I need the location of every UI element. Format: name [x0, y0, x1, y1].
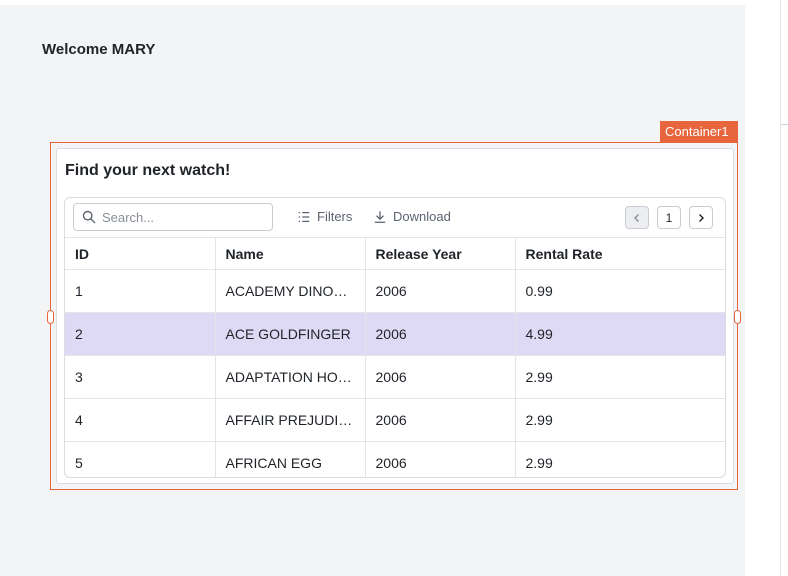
search-input[interactable] — [102, 209, 262, 225]
cell-rental-rate: 2.99 — [514, 398, 725, 442]
cell-rental-rate: 2.99 — [514, 441, 725, 477]
current-page-indicator[interactable]: 1 — [657, 206, 681, 229]
cell-release-year: 2006 — [364, 312, 515, 356]
cell-id: 2 — [65, 312, 215, 356]
cell-id: 5 — [65, 441, 215, 477]
cell-rental-rate: 4.99 — [514, 312, 725, 356]
selected-component-label[interactable]: Container1 — [660, 121, 738, 142]
search-icon — [82, 210, 96, 224]
cell-release-year: 2006 — [364, 355, 515, 399]
filters-button[interactable]: Filters — [297, 209, 352, 224]
cell-release-year: 2006 — [364, 269, 515, 313]
container-title: Find your next watch! — [65, 162, 231, 179]
resize-handle-right[interactable] — [734, 310, 741, 324]
column-header-name[interactable]: Name — [214, 237, 365, 270]
previous-page-button[interactable] — [625, 206, 649, 229]
chevron-right-icon — [699, 213, 704, 222]
table-toolbar: Filters Download 1 — [65, 198, 725, 237]
filters-label: Filters — [317, 209, 353, 224]
next-page-button[interactable] — [689, 206, 713, 229]
welcome-text: Welcome MARY — [42, 41, 156, 58]
films-table: ID Name Release Year Rental Rate 1 ACADE… — [65, 237, 725, 477]
cell-name: ADAPTATION HOLES — [214, 355, 365, 399]
download-icon — [374, 210, 386, 223]
table-row[interactable]: 5 AFRICAN EGG 2006 2.99 — [65, 441, 725, 477]
cell-release-year: 2006 — [364, 398, 515, 442]
table-row[interactable]: 3 ADAPTATION HOLES 2006 2.99 — [65, 355, 725, 399]
cell-name: ACE GOLDFINGER — [214, 312, 365, 356]
column-header-release-year[interactable]: Release Year — [364, 237, 515, 270]
download-button[interactable]: Download — [373, 209, 451, 224]
cell-id: 3 — [65, 355, 215, 399]
chevron-left-icon — [634, 213, 639, 222]
resize-handle-left[interactable] — [47, 310, 54, 324]
table-row-selected[interactable]: 2 ACE GOLDFINGER 2006 4.99 — [65, 312, 725, 356]
table-row[interactable]: 4 AFFAIR PREJUDICE 2006 2.99 — [65, 398, 725, 442]
column-header-rental-rate[interactable]: Rental Rate — [514, 237, 725, 270]
cell-name: AFFAIR PREJUDICE — [214, 398, 365, 442]
right-panel-divider — [780, 0, 781, 576]
cell-name: ACADEMY DINOSAUR — [214, 269, 365, 313]
cell-id: 4 — [65, 398, 215, 442]
cell-name: AFRICAN EGG — [214, 441, 365, 477]
cell-id: 1 — [65, 269, 215, 313]
filter-icon — [298, 211, 310, 222]
right-panel-tick — [781, 124, 788, 125]
cell-rental-rate: 2.99 — [514, 355, 725, 399]
cell-release-year: 2006 — [364, 441, 515, 477]
table-header-row: ID Name Release Year Rental Rate — [65, 237, 725, 270]
cell-rental-rate: 0.99 — [514, 269, 725, 313]
search-box[interactable] — [73, 203, 273, 231]
data-table: Filters Download 1 ID Name — [64, 197, 726, 478]
column-header-id[interactable]: ID — [65, 237, 215, 270]
download-label: Download — [393, 209, 451, 224]
table-row[interactable]: 1 ACADEMY DINOSAUR 2006 0.99 — [65, 269, 725, 313]
